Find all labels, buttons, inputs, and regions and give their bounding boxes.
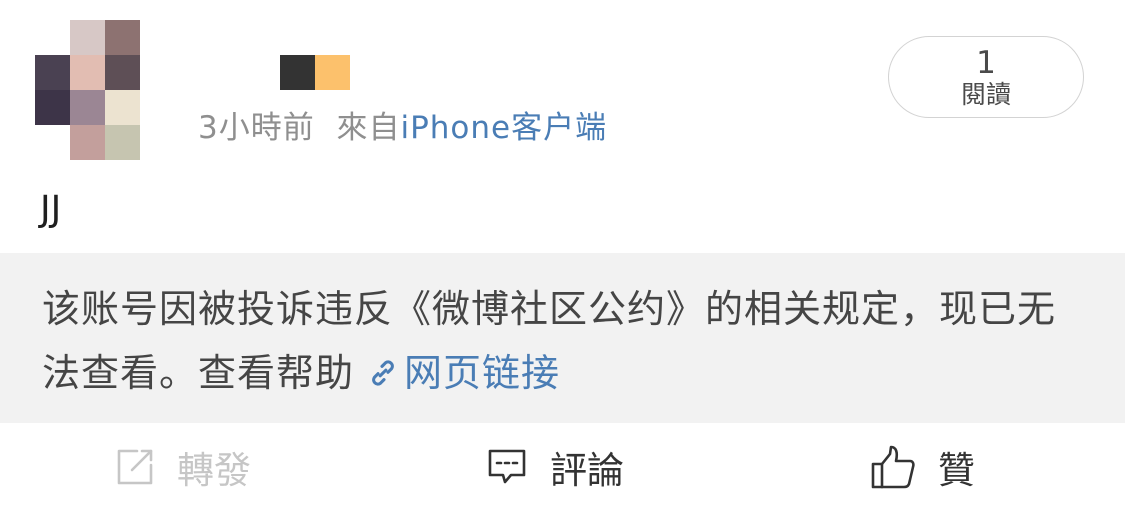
post-text: JJ bbox=[40, 189, 62, 230]
read-count-badge[interactable]: 1 閱讀 bbox=[888, 36, 1084, 118]
web-link-label: 网页链接 bbox=[404, 351, 561, 395]
post-meta: 3小時前 來自iPhone客户端 bbox=[198, 108, 607, 148]
post-time: 3小時前 bbox=[198, 110, 315, 146]
weibo-post: 3小時前 來自iPhone客户端 1 閱讀 JJ 该账号因被投诉违反《微博社区公… bbox=[0, 0, 1125, 510]
like-label: 贊 bbox=[938, 449, 975, 492]
source-prefix: 來自 bbox=[336, 110, 401, 146]
avatar[interactable] bbox=[35, 20, 140, 160]
read-count-value: 1 bbox=[976, 45, 996, 81]
repost-button[interactable]: 轉發 bbox=[115, 445, 251, 492]
username[interactable] bbox=[280, 55, 350, 90]
link-icon bbox=[372, 360, 394, 386]
unavailable-notice: 该账号因被投诉违反《微博社区公约》的相关规定，现已无法查看。查看帮助 网页链接 bbox=[0, 253, 1125, 423]
repost-label: 轉發 bbox=[177, 449, 251, 492]
comment-icon bbox=[488, 449, 526, 484]
like-button[interactable]: 贊 bbox=[870, 445, 975, 492]
action-bar: 轉發 評論 贊 bbox=[0, 423, 1125, 510]
comment-button[interactable]: 評論 bbox=[486, 445, 624, 492]
read-count-label: 閱讀 bbox=[960, 80, 1011, 109]
help-link[interactable]: 查看帮助 bbox=[198, 351, 354, 395]
web-link[interactable]: 网页链接 bbox=[354, 351, 560, 395]
notice-text: 该账号因被投诉违反《微博社区公约》的相关规定，现已无法查看。查看帮助 网页链接 bbox=[42, 277, 1092, 405]
repost-icon bbox=[117, 449, 153, 485]
source-link[interactable]: iPhone客户端 bbox=[400, 110, 607, 146]
comment-label: 評論 bbox=[550, 449, 624, 492]
thumbs-up-icon bbox=[871, 445, 915, 489]
